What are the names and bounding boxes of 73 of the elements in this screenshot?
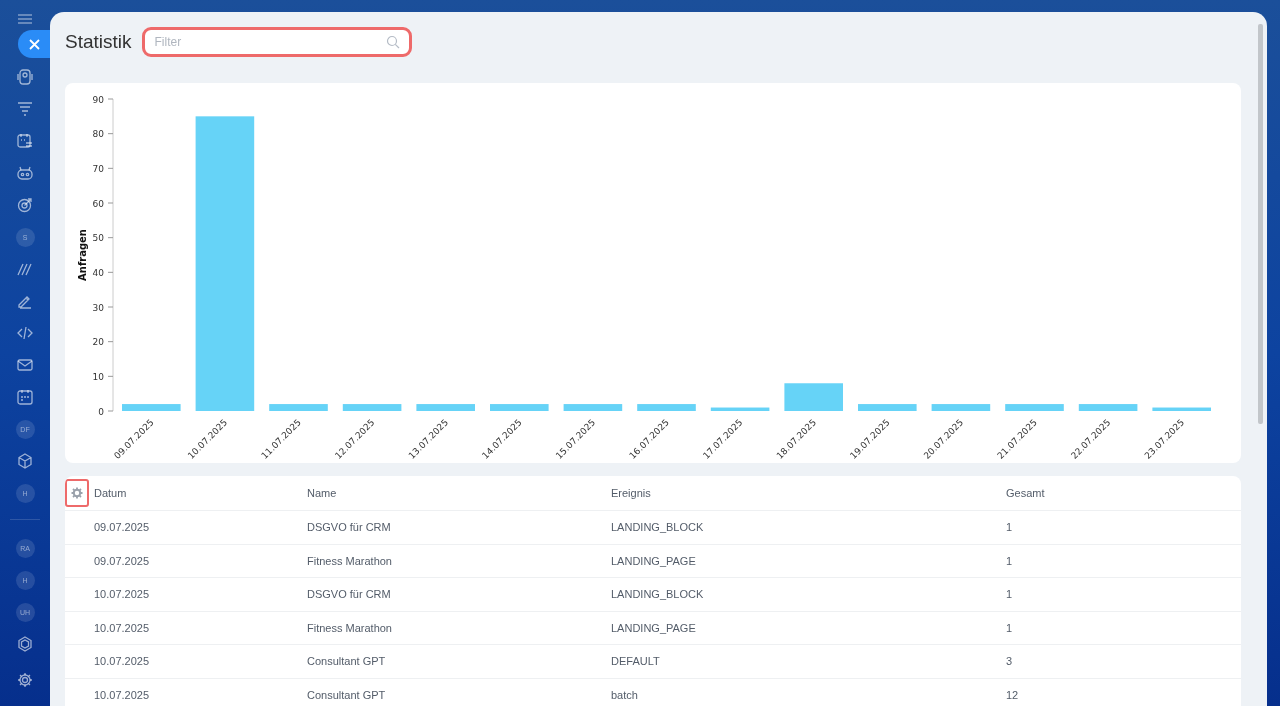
y-tick-label: 0	[98, 406, 104, 417]
bar	[1152, 407, 1211, 411]
table-cell-text: DSGVO für CRM	[307, 521, 392, 534]
bar	[1078, 404, 1138, 411]
column-header: Ereignis	[611, 487, 652, 499]
mail-icon[interactable]	[17, 357, 33, 373]
table-cell-text: Fitness Marathon	[307, 621, 393, 634]
code-icon[interactable]	[17, 325, 33, 341]
table-cell-text: LANDING_PAGE	[611, 621, 697, 634]
y-tick-label: 60	[92, 198, 104, 209]
bar	[784, 383, 843, 411]
column-header: Datum	[94, 487, 128, 499]
column-header: Gesamt	[1006, 487, 1046, 499]
gear-icon	[71, 487, 83, 499]
y-tick-label: 30	[92, 302, 104, 313]
bar	[563, 404, 623, 411]
settings-icon[interactable]	[17, 672, 33, 688]
table-cell-text: LANDING_BLOCK	[611, 588, 705, 601]
robot-icon[interactable]	[17, 165, 33, 181]
bar	[1005, 404, 1064, 411]
y-tick-label: 80	[92, 129, 104, 140]
y-tick-label: 90	[92, 94, 104, 105]
calendar-icon[interactable]	[17, 389, 33, 405]
table-cell-text: 1	[1006, 554, 1014, 567]
table-cell-text: 10.07.2025	[94, 588, 151, 601]
bar	[931, 404, 991, 411]
funnel-icon[interactable]	[17, 101, 33, 117]
table-cell-text: batch	[611, 688, 639, 701]
scrollbar[interactable]	[1258, 24, 1263, 424]
table-cell-text: 1	[1006, 588, 1014, 601]
bar	[637, 404, 696, 411]
bar	[122, 404, 181, 411]
menu-icon[interactable]	[18, 14, 32, 24]
table-cell-text: DSGVO für CRM	[307, 588, 392, 601]
bar	[710, 407, 770, 411]
target-icon[interactable]	[17, 197, 33, 213]
bar	[269, 404, 328, 411]
bar	[416, 404, 475, 411]
stripes-icon[interactable]	[17, 261, 33, 277]
table-cell-text: LANDING_BLOCK	[611, 521, 705, 534]
table-cell-text: 12	[1006, 688, 1020, 701]
cube-icon[interactable]	[17, 453, 33, 469]
page-title: Statistik	[65, 31, 132, 53]
bar	[342, 404, 402, 411]
y-tick-label: 20	[92, 337, 104, 348]
y-tick-label: 10	[92, 371, 104, 382]
settings-button[interactable]	[65, 479, 89, 507]
table-cell-text: 10.07.2025	[94, 688, 151, 701]
table-cell-text: LANDING_PAGE	[611, 554, 697, 567]
hexagon-icon[interactable]	[17, 636, 33, 652]
table-cell-text: 3	[1006, 655, 1014, 668]
y-tick-label: 40	[92, 267, 104, 278]
y-tick-label: 50	[92, 233, 104, 244]
table-cell-text: 09.07.2025	[94, 521, 151, 534]
table-cell-text: 10.07.2025	[94, 621, 151, 634]
table-cell-text: 1	[1006, 521, 1014, 534]
table-cell-text: 09.07.2025	[94, 554, 151, 567]
calendar-icon[interactable]	[17, 133, 33, 149]
y-axis-label: Anfragen	[77, 229, 88, 281]
table-cell-text: Fitness Marathon	[307, 554, 393, 567]
bar	[490, 404, 549, 411]
table-cell-text: Consultant GPT	[307, 688, 387, 701]
bar	[858, 404, 917, 411]
close-icon	[28, 38, 40, 50]
column-header: Name	[307, 487, 338, 499]
table-cell-text: Consultant GPT	[307, 655, 387, 668]
table-cell-text: 1	[1006, 621, 1014, 634]
y-tick-label: 70	[92, 163, 104, 174]
table-cell-text: 10.07.2025	[94, 655, 151, 668]
phone-icon[interactable]	[17, 69, 33, 85]
filter-field[interactable]: Filter	[141, 27, 412, 57]
table-cell-text: DEFAULT	[611, 655, 661, 668]
close-button[interactable]	[18, 30, 50, 58]
